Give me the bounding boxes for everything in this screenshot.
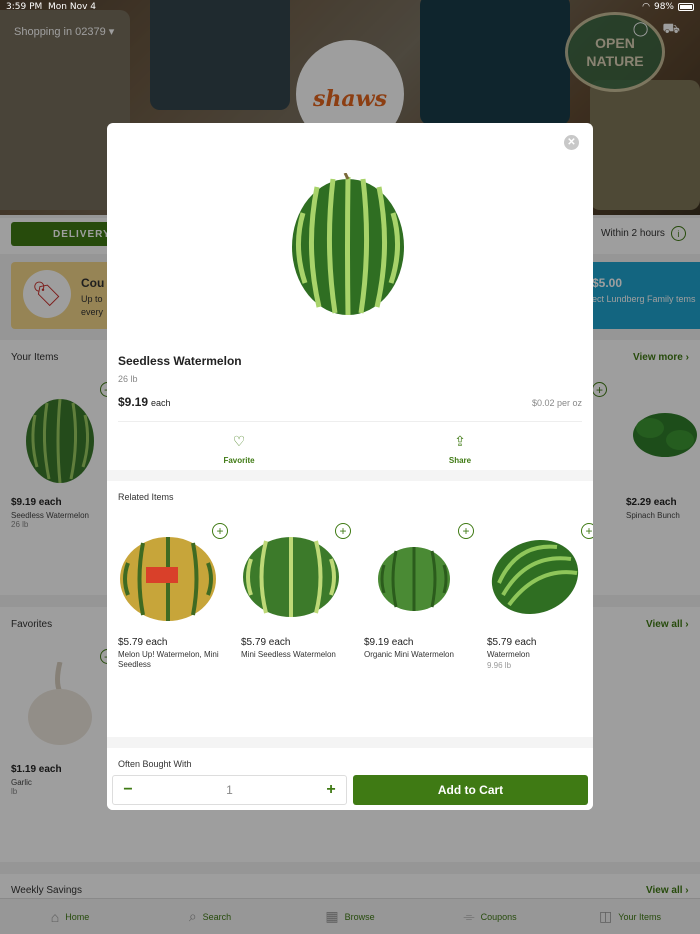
- related-items-title: Related Items: [118, 492, 174, 502]
- decrement-button[interactable]: −: [113, 781, 143, 799]
- purchase-bar: − 1 + Add to Cart: [107, 769, 593, 810]
- watermelon-image: [491, 539, 579, 615]
- add-icon[interactable]: +: [212, 523, 228, 539]
- related-item[interactable]: + $5.79 each Melon Up! Watermelon, Mini …: [118, 523, 228, 670]
- product-name: Seedless Watermelon: [118, 354, 242, 368]
- add-icon[interactable]: +: [335, 523, 351, 539]
- quantity-stepper: − 1 +: [112, 775, 347, 805]
- section-gap: [107, 470, 593, 481]
- unit-price: $0.02 per oz: [531, 398, 582, 408]
- quantity-value[interactable]: 1: [143, 783, 316, 797]
- product-weight: 26 lb: [118, 374, 138, 384]
- product-image: [292, 173, 404, 316]
- mini-watermelon-image: [243, 537, 339, 617]
- close-icon[interactable]: ✕: [564, 135, 579, 150]
- add-to-cart-button[interactable]: Add to Cart: [353, 775, 588, 805]
- divider: [118, 421, 582, 422]
- battery-percent: 98%: [653, 2, 674, 12]
- favorite-button[interactable]: ♡ Favorite: [189, 433, 289, 465]
- increment-button[interactable]: +: [316, 781, 346, 799]
- status-bar: 3:59 PM Mon Nov 4 ◠ 98%: [0, 0, 700, 14]
- battery-icon: [678, 3, 694, 11]
- heart-icon: ♡: [232, 433, 246, 449]
- share-button[interactable]: ⇪ Share: [410, 433, 510, 465]
- status-time: 3:59 PM: [6, 2, 43, 12]
- product-modal: ✕ Seedless Watermelon 26 lb $9.19 each $0…: [107, 123, 593, 810]
- share-icon: ⇪: [454, 433, 466, 449]
- related-item[interactable]: + $5.79 each Mini Seedless Watermelon: [241, 523, 351, 660]
- section-gap: [107, 737, 593, 748]
- related-item[interactable]: + $9.19 each Organic Mini Watermelon: [364, 523, 474, 660]
- related-item[interactable]: + $5.79 each Watermelon 9.96 lb: [487, 523, 593, 670]
- add-icon[interactable]: +: [458, 523, 474, 539]
- add-icon[interactable]: +: [581, 523, 593, 539]
- product-price: $9.19 each: [118, 395, 171, 409]
- melon-up-image: [120, 537, 216, 621]
- status-date: Mon Nov 4: [48, 2, 96, 12]
- organic-mini-watermelon-image: [378, 547, 450, 611]
- often-bought-title: Often Bought With: [118, 759, 192, 769]
- wifi-icon: ◠: [642, 2, 650, 12]
